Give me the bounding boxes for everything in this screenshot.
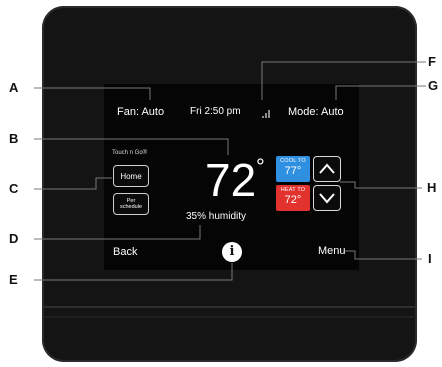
callout-d: D — [9, 231, 19, 246]
callout-f: F — [428, 54, 436, 69]
callout-e: E — [9, 272, 18, 287]
callout-a: A — [9, 80, 19, 95]
callout-g: G — [428, 78, 439, 93]
callout-b: B — [9, 131, 19, 146]
callout-h: H — [427, 180, 437, 195]
callout-c: C — [9, 181, 19, 196]
callout-i: I — [428, 251, 432, 266]
callout-leader-lines — [34, 61, 426, 281]
